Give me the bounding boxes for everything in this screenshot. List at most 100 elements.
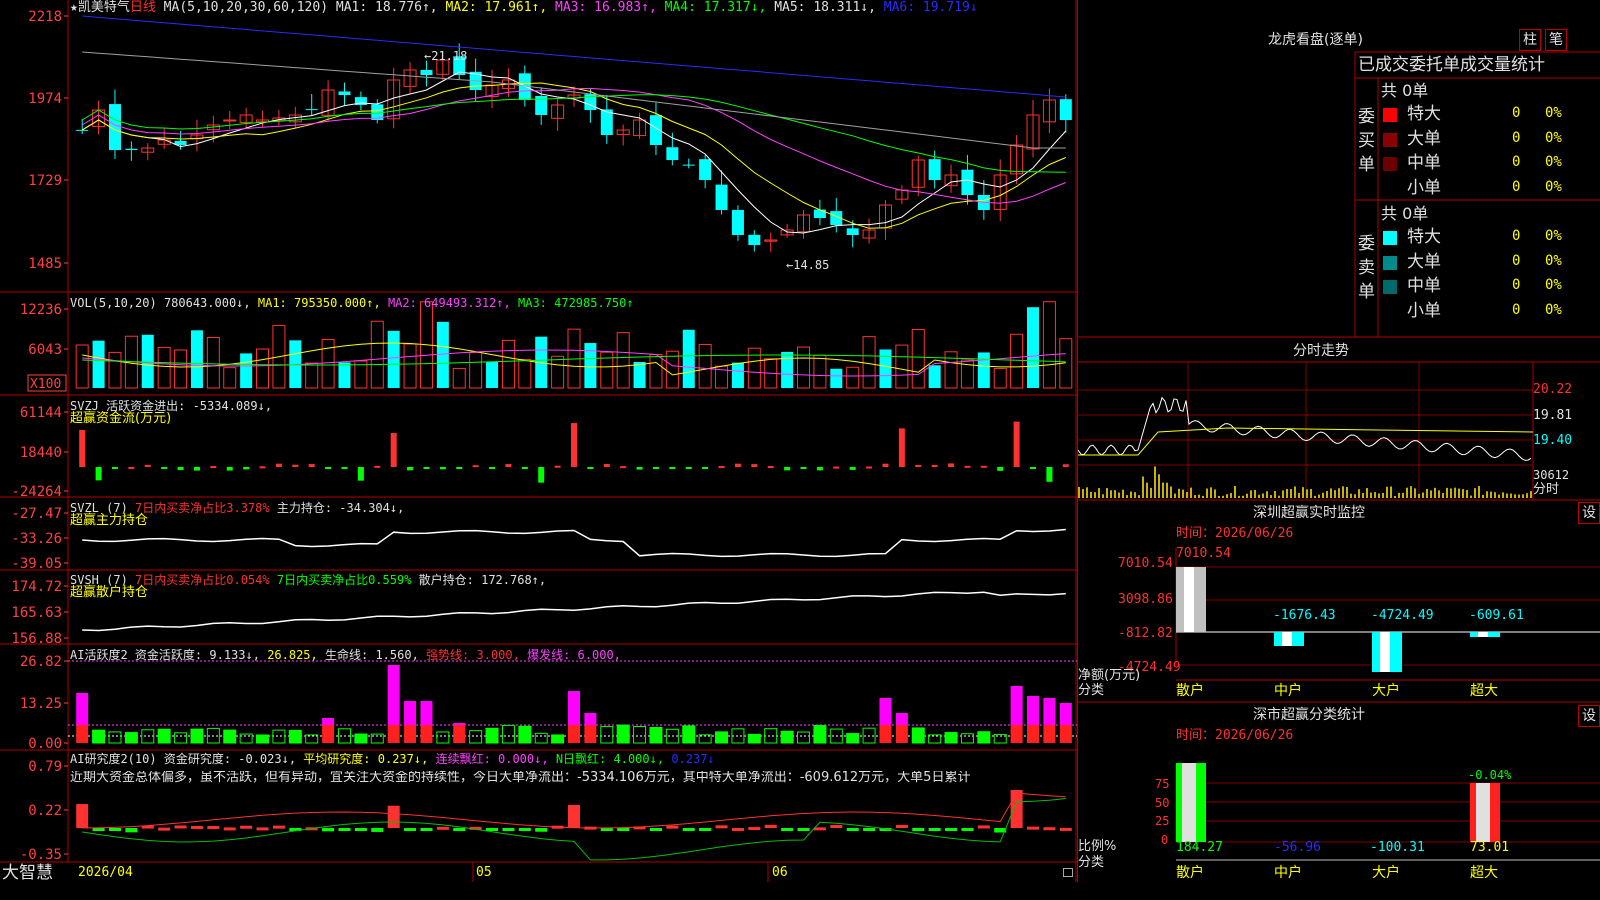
right-panel: 龙虎看盘(逐单) 柱 笔 已成交委托单成交量统计 委买单 共 0单 特大 0 0% 大… [1077,0,1600,882]
candle-body [715,184,728,210]
research-bar [649,828,662,831]
ai-active-t4: 强势线: 3.000, [426,648,520,662]
svsh-y-tick: 174.72 [11,579,62,595]
sz-class-settings-button[interactable]: 设 [1578,705,1600,727]
activity-bar [223,729,237,744]
intraday-volume-bar [1430,490,1432,498]
flow-bar [849,467,856,470]
intraday-volume-bar [1198,494,1200,498]
research-bar [453,828,466,832]
buy-row-label: 中单 [1407,153,1441,173]
flow-bar [161,467,168,469]
research-bar [354,828,367,831]
intraday-volume-bar [1242,495,1244,498]
bar-mode-button[interactable]: 柱 [1519,29,1541,51]
candle-body [76,129,89,131]
intraday-volume-bar [1514,494,1516,498]
svsh-y-tick: 156.88 [11,631,62,647]
activity-bar [1059,703,1072,725]
flow-bar [948,463,955,467]
candle-body [338,91,351,95]
ai-research-y-tick: -0.35 [20,847,62,863]
lock-icon[interactable] [1063,868,1073,877]
vol-ma1: MA1: 795350.000↑, [257,296,381,310]
chart-area[interactable]: 2218 1974 1729 1485 12236 6043 X100 61144 18440 -… [0,0,1077,882]
sell-swatch [1383,255,1397,270]
volume-bar [452,367,466,389]
buy-total: 共 0单 [1381,81,1429,100]
lhb-title: 龙虎看盘(逐单) [1268,32,1363,48]
intraday-y0: 20.22 [1533,382,1573,397]
tick-mode-button[interactable]: 笔 [1545,29,1567,51]
flow-bar [538,467,545,483]
sz-value-label: -4724.49 [1371,608,1434,623]
intraday-volume-bar [1466,490,1468,498]
research-bar [797,828,810,831]
chart-canvas[interactable]: 2218 1974 1729 1485 12236 6043 X100 61144 18440 -… [0,0,1077,882]
sz-value-label: -609.61 [1469,608,1524,623]
ma6-value: MA6: 19.719↓ [883,0,978,15]
research-bar [387,805,400,828]
ai-active-t0: AI活跃度2 [70,648,128,662]
cls-cat-label: 大户 [1372,865,1400,881]
cls-top-value: -0.04% [1468,768,1512,782]
activity-bar-base [879,725,892,743]
volume-bar [813,354,827,389]
ai-active-y-tick: 13.25 [20,696,62,712]
vol-header: VOL(5,10,20) 780643.000↓, MA1: 795350.00… [70,296,634,310]
intraday-volume-bar [1270,495,1272,498]
volume-bar [797,346,811,389]
volume-bar [879,349,892,388]
activity-bar [420,701,433,725]
intraday-volume-bar [1150,487,1152,498]
flow-bar [734,463,741,467]
cls-y1: 50 [1155,796,1170,810]
research-bar [863,828,876,831]
intraday-volume-bar [1498,494,1500,498]
intraday-volume-bar [1382,492,1384,498]
research-bar [174,825,187,829]
volume-bar [993,368,1007,389]
sz-monitor-settings-button[interactable]: 设 [1578,502,1600,524]
flow-bar [259,466,266,469]
volume-bar [174,349,188,389]
flow-bar [325,467,332,469]
activity-bar [764,728,778,744]
research-bar [600,828,613,832]
volume-bar [977,352,990,388]
volume-bar [141,334,154,388]
flow-bar [275,463,282,467]
period-label[interactable]: 日线 [130,0,156,15]
svsh-t1: 7日内买卖净占比0.054% [135,573,270,587]
intraday-volume-bar [1478,486,1480,498]
flow-bar [1062,464,1069,467]
buy-row-count: 0 [1512,154,1521,170]
activity-bar-base [584,725,597,743]
stock-name[interactable]: ★凯美特气 [70,0,130,15]
intraday-volume-bar [1410,486,1412,498]
ai-research-t4: N日飘红: 4.000↓, [555,752,665,766]
intraday-volume-bar [1530,491,1532,498]
candle-body [748,234,761,245]
volume-bar [731,362,744,388]
volume-bar [698,343,712,389]
sell-swatch [1383,280,1397,294]
buy-swatch [1383,108,1397,122]
activity-bar [895,713,908,725]
intraday-volume-bar [1510,493,1512,498]
activity-bar [633,726,647,744]
main-header: ★凯美特气日线 MA(5,10,20,30,60,120) MA1: 18.77… [70,1,978,15]
vol-unit: X100 [30,377,61,392]
intraday-volume-bar [1346,487,1348,498]
intraday-volume-bar [1106,488,1108,498]
svsh-y-tick: 165.63 [11,605,62,621]
activity-bar-base [1059,725,1072,743]
activity-bar [747,733,761,744]
intraday-volume-bar [1438,490,1440,498]
ma3-value: MA3: 16.983↑, [555,0,657,15]
intraday-volume-bar [1486,491,1488,498]
main-y-tick: 2218 [28,9,62,25]
cls-cat-label: 中户 [1274,865,1302,881]
flow-bar [702,467,709,469]
sell-row-label: 特大 [1407,227,1441,247]
